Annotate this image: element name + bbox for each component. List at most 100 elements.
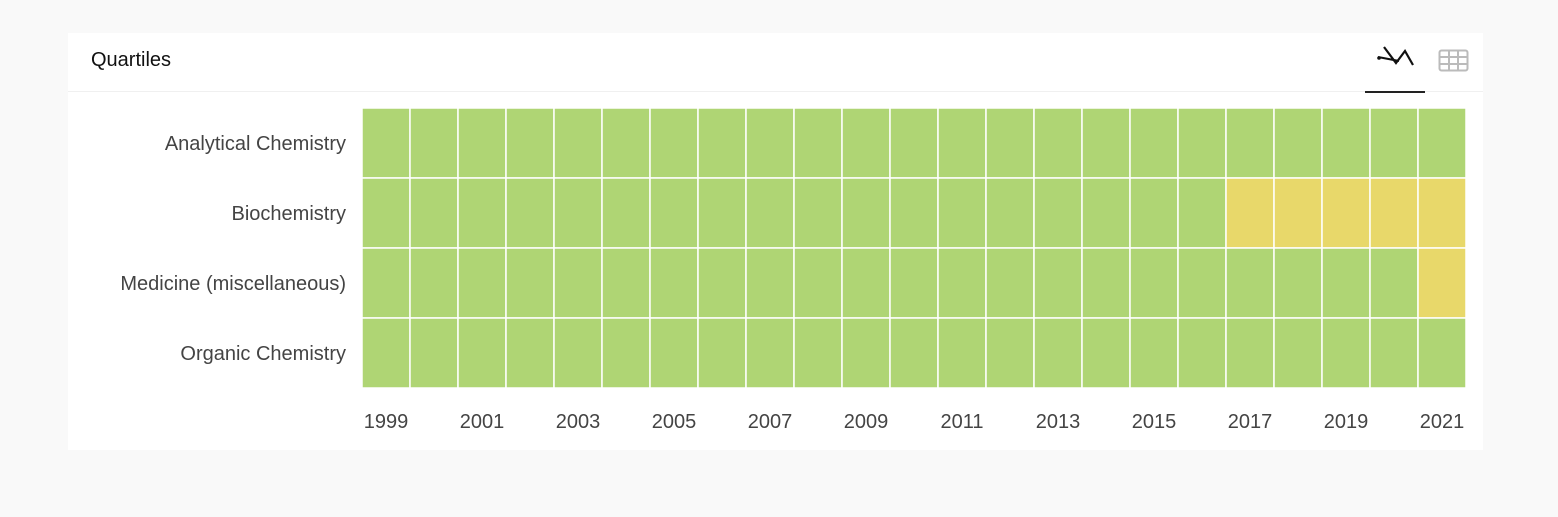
heatmap-cell[interactable]: Medicine (miscellaneous) 2005: Q1 — [649, 247, 699, 319]
heatmap-cell[interactable]: Organic Chemistry 2017: Q1 — [1225, 317, 1275, 389]
heatmap-cell[interactable]: Organic Chemistry 2019: Q1 — [1321, 317, 1371, 389]
quartiles-card: Quartiles Analytical ChemistryAnalytical… — [68, 33, 1483, 450]
heatmap-cell[interactable]: Biochemistry 2002: Q1 — [505, 177, 555, 249]
heatmap-cell[interactable]: Medicine (miscellaneous) 2015: Q1 — [1129, 247, 1179, 319]
heatmap-cell[interactable]: Biochemistry 2014: Q1 — [1081, 177, 1131, 249]
heatmap-cell[interactable]: Medicine (miscellaneous) 2007: Q1 — [745, 247, 795, 319]
heatmap-cell[interactable]: Organic Chemistry 2014: Q1 — [1081, 317, 1131, 389]
heatmap-cell[interactable]: Medicine (miscellaneous) 2006: Q1 — [697, 247, 747, 319]
heatmap-cell[interactable]: Medicine (miscellaneous) 2020: Q1 — [1369, 247, 1419, 319]
heatmap-cell[interactable]: Organic Chemistry 2006: Q1 — [697, 317, 747, 389]
heatmap-cell[interactable]: Biochemistry 2021: Q2 — [1417, 177, 1467, 249]
heatmap-cell[interactable]: Medicine (miscellaneous) 2011: Q1 — [937, 247, 987, 319]
heatmap-cell[interactable]: Medicine (miscellaneous) 2004: Q1 — [601, 247, 651, 319]
heatmap-cell[interactable]: Organic Chemistry 2001: Q1 — [457, 317, 507, 389]
quartile-heatmap: Analytical Chemistry Analytical Chemistry… — [120, 107, 1467, 433]
heatmap-cell[interactable]: Biochemistry 2007: Q1 — [745, 177, 795, 249]
heatmap-cell[interactable]: Biochemistry 2005: Q1 — [649, 177, 699, 249]
heatmap-cell[interactable]: Organic Chemistry 2013: Q1 — [1033, 317, 1083, 389]
heatmap-cell[interactable]: Medicine (miscellaneous) 2009: Q1 — [841, 247, 891, 319]
heatmap-cell[interactable]: Medicine (miscellaneous) 2018: Q1 — [1273, 247, 1323, 319]
heatmap-cell[interactable]: Analytical Chemistry 2005: Q1 — [649, 107, 699, 179]
heatmap-cell[interactable]: Biochemistry 2011: Q1 — [937, 177, 987, 249]
heatmap-cell[interactable]: Analytical Chemistry 2016: Q1 — [1177, 107, 1227, 179]
heatmap-cell[interactable]: Biochemistry 2003: Q1 — [553, 177, 603, 249]
x-axis-tick-label: 2021 — [1420, 411, 1465, 433]
heatmap-cell[interactable]: Medicine (miscellaneous) 2012: Q1 — [985, 247, 1035, 319]
heatmap-cell[interactable]: Analytical Chemistry 2011: Q1 — [937, 107, 987, 179]
heatmap-cell[interactable]: Organic Chemistry 2012: Q1 — [985, 317, 1035, 389]
heatmap-cell[interactable]: Medicine (miscellaneous) 1999: Q1 — [361, 247, 411, 319]
heatmap-cell[interactable]: Medicine (miscellaneous) 2019: Q1 — [1321, 247, 1371, 319]
heatmap-cell[interactable]: Biochemistry 2006: Q1 — [697, 177, 747, 249]
heatmap-cell[interactable]: Biochemistry 2019: Q2 — [1321, 177, 1371, 249]
heatmap-cell[interactable]: Analytical Chemistry 2008: Q1 — [793, 107, 843, 179]
heatmap-cell[interactable]: Organic Chemistry 2003: Q1 — [553, 317, 603, 389]
heatmap-cell[interactable]: Organic Chemistry 2000: Q1 — [409, 317, 459, 389]
heatmap-cell[interactable]: Analytical Chemistry 2009: Q1 — [841, 107, 891, 179]
heatmap-cell[interactable]: Organic Chemistry 2011: Q1 — [937, 317, 987, 389]
heatmap-cell[interactable]: Biochemistry 2012: Q1 — [985, 177, 1035, 249]
heatmap-cell[interactable]: Biochemistry 2015: Q1 — [1129, 177, 1179, 249]
heatmap-cell[interactable]: Medicine (miscellaneous) 2001: Q1 — [457, 247, 507, 319]
heatmap-cell[interactable]: Biochemistry 2000: Q1 — [409, 177, 459, 249]
heatmap-cell[interactable]: Analytical Chemistry 2021: Q1 — [1417, 107, 1467, 179]
heatmap-cell[interactable]: Organic Chemistry 2020: Q1 — [1369, 317, 1419, 389]
heatmap-cell[interactable]: Biochemistry 2004: Q1 — [601, 177, 651, 249]
heatmap-cell[interactable]: Medicine (miscellaneous) 2016: Q1 — [1177, 247, 1227, 319]
heatmap-cell[interactable]: Medicine (miscellaneous) 2000: Q1 — [409, 247, 459, 319]
heatmap-cell[interactable]: Biochemistry 2013: Q1 — [1033, 177, 1083, 249]
heatmap-cell[interactable]: Medicine (miscellaneous) 2003: Q1 — [553, 247, 603, 319]
heatmap-cell[interactable]: Analytical Chemistry 2014: Q1 — [1081, 107, 1131, 179]
heatmap-cell[interactable]: Organic Chemistry 2016: Q1 — [1177, 317, 1227, 389]
heatmap-cell[interactable]: Organic Chemistry 2010: Q1 — [889, 317, 939, 389]
heatmap-cell[interactable]: Medicine (miscellaneous) 2017: Q1 — [1225, 247, 1275, 319]
heatmap-cell[interactable]: Organic Chemistry 2021: Q1 — [1417, 317, 1467, 389]
heatmap-cell[interactable]: Organic Chemistry 1999: Q1 — [361, 317, 411, 389]
x-axis-tick-label: 2017 — [1228, 411, 1273, 433]
heatmap-cell[interactable]: Organic Chemistry 2002: Q1 — [505, 317, 555, 389]
heatmap-cell[interactable]: Organic Chemistry 2005: Q1 — [649, 317, 699, 389]
heatmap-cell[interactable]: Medicine (miscellaneous) 2014: Q1 — [1081, 247, 1131, 319]
heatmap-cell[interactable]: Analytical Chemistry 2000: Q1 — [409, 107, 459, 179]
heatmap-cell[interactable]: Medicine (miscellaneous) 2010: Q1 — [889, 247, 939, 319]
heatmap-cell[interactable]: Analytical Chemistry 2007: Q1 — [745, 107, 795, 179]
heatmap-cell[interactable]: Analytical Chemistry 2013: Q1 — [1033, 107, 1083, 179]
heatmap-cell[interactable]: Biochemistry 2009: Q1 — [841, 177, 891, 249]
heatmap-cell[interactable]: Organic Chemistry 2009: Q1 — [841, 317, 891, 389]
heatmap-cell[interactable]: Biochemistry 2016: Q1 — [1177, 177, 1227, 249]
heatmap-cell[interactable]: Medicine (miscellaneous) 2002: Q1 — [505, 247, 555, 319]
heatmap-cell[interactable]: Biochemistry 2017: Q2 — [1225, 177, 1275, 249]
heatmap-cell[interactable]: Organic Chemistry 2007: Q1 — [745, 317, 795, 389]
heatmap-cell[interactable]: Analytical Chemistry 2004: Q1 — [601, 107, 651, 179]
y-axis-label: Organic Chemistry — [180, 343, 346, 365]
heatmap-cell[interactable]: Analytical Chemistry 1999: Q1 — [361, 107, 411, 179]
heatmap-cell[interactable]: Organic Chemistry 2004: Q1 — [601, 317, 651, 389]
heatmap-cell[interactable]: Analytical Chemistry 2001: Q1 — [457, 107, 507, 179]
heatmap-cell[interactable]: Analytical Chemistry 2015: Q1 — [1129, 107, 1179, 179]
x-axis-tick-label: 2007 — [748, 411, 793, 433]
heatmap-cell[interactable]: Analytical Chemistry 2002: Q1 — [505, 107, 555, 179]
y-axis-label: Analytical Chemistry — [165, 133, 346, 155]
heatmap-cell[interactable]: Biochemistry 2010: Q1 — [889, 177, 939, 249]
heatmap-cell[interactable]: Medicine (miscellaneous) 2008: Q1 — [793, 247, 843, 319]
heatmap-cell[interactable]: Biochemistry 2001: Q1 — [457, 177, 507, 249]
heatmap-cell[interactable]: Organic Chemistry 2015: Q1 — [1129, 317, 1179, 389]
heatmap-cell[interactable]: Analytical Chemistry 2012: Q1 — [985, 107, 1035, 179]
heatmap-cell[interactable]: Analytical Chemistry 2017: Q1 — [1225, 107, 1275, 179]
heatmap-cell[interactable]: Analytical Chemistry 2003: Q1 — [553, 107, 603, 179]
heatmap-cell[interactable]: Biochemistry 2008: Q1 — [793, 177, 843, 249]
heatmap-cell[interactable]: Medicine (miscellaneous) 2013: Q1 — [1033, 247, 1083, 319]
heatmap-cell[interactable]: Medicine (miscellaneous) 2021: Q2 — [1417, 247, 1467, 319]
heatmap-cell[interactable]: Biochemistry 2020: Q2 — [1369, 177, 1419, 249]
heatmap-cell[interactable]: Analytical Chemistry 2010: Q1 — [889, 107, 939, 179]
heatmap-cell[interactable]: Analytical Chemistry 2019: Q1 — [1321, 107, 1371, 179]
x-axis-tick-label: 2015 — [1132, 411, 1177, 433]
heatmap-cell[interactable]: Analytical Chemistry 2018: Q1 — [1273, 107, 1323, 179]
heatmap-cell[interactable]: Organic Chemistry 2018: Q1 — [1273, 317, 1323, 389]
heatmap-cell[interactable]: Biochemistry 1999: Q1 — [361, 177, 411, 249]
heatmap-cell[interactable]: Analytical Chemistry 2020: Q1 — [1369, 107, 1419, 179]
heatmap-cell[interactable]: Analytical Chemistry 2006: Q1 — [697, 107, 747, 179]
heatmap-cell[interactable]: Biochemistry 2018: Q2 — [1273, 177, 1323, 249]
heatmap-cell[interactable]: Organic Chemistry 2008: Q1 — [793, 317, 843, 389]
